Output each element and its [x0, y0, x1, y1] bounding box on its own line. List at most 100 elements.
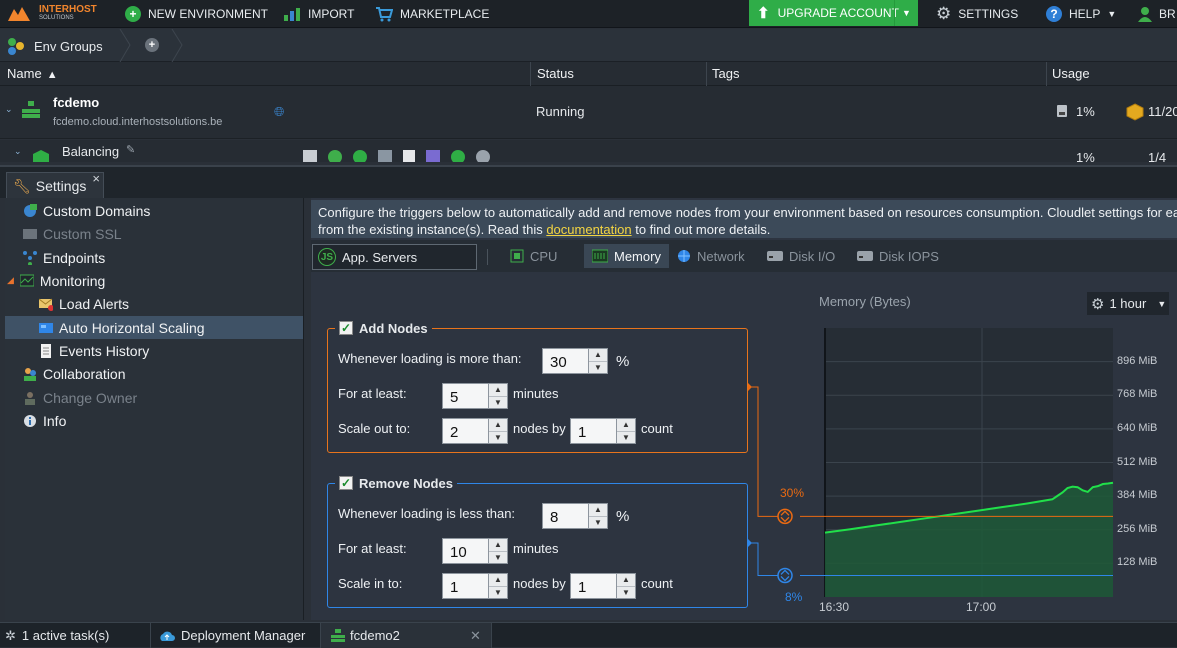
stepper-arrows[interactable]: ▲ ▼ [488, 573, 508, 599]
tab-memory[interactable]: Memory [584, 244, 669, 268]
add-group-icon[interactable]: + [145, 38, 159, 52]
info-icon [24, 414, 36, 427]
environment-domain[interactable]: fcdemo.cloud.interhostsolutions.be [53, 116, 222, 128]
tab-disk-io[interactable]: Disk I/O [767, 244, 835, 268]
decrement-icon[interactable]: ▼ [489, 432, 507, 444]
open-browser-icon[interactable] [328, 150, 342, 162]
node-group-select[interactable]: JS App. Servers [312, 244, 477, 270]
remove-nodes-checkbox[interactable]: ✓ [339, 476, 353, 490]
increment-icon[interactable]: ▲ [617, 419, 635, 432]
sidebar-item-collaboration[interactable]: Collaboration [23, 362, 126, 385]
chevron-down-icon[interactable]: ⌄ [14, 146, 22, 157]
remove-loading-stepper[interactable]: ▲▼ [542, 503, 608, 529]
stepper-arrows[interactable]: ▲ ▼ [488, 418, 508, 444]
environment-name[interactable]: fcdemo [53, 95, 99, 110]
gear-icon: ⚙ [1091, 295, 1105, 313]
environment-row[interactable]: ⌄ fcdemo fcdemo.cloud.interhostsolutions… [0, 86, 1177, 139]
sort-ascending-icon: ▲ [46, 69, 58, 81]
stepper-arrows[interactable]: ▲ ▼ [616, 418, 636, 444]
chevron-down-icon[interactable]: ⌄ [5, 104, 13, 115]
increment-icon[interactable]: ▲ [489, 384, 507, 397]
settings-sidebar: Custom Domains Custom SSL Endpoints ◢ Mo… [5, 198, 304, 620]
console-icon[interactable] [303, 150, 317, 162]
remove-step-stepper[interactable]: ▲▼ [570, 573, 636, 599]
column-divider [1046, 62, 1047, 86]
add-period-stepper[interactable]: ▲▼ [442, 383, 508, 409]
restart-icon[interactable] [353, 150, 367, 162]
column-name[interactable]: Name ▲ [7, 62, 58, 86]
stepper-arrows[interactable]: ▲ ▼ [616, 573, 636, 599]
tab-settings[interactable]: 🔧︎ Settings × [6, 171, 104, 199]
upgrade-account-button[interactable]: ⬆ UPGRADE ACCOUNT ▼ [749, 0, 918, 26]
stepper-arrows[interactable]: ▲ ▼ [588, 348, 608, 374]
deployment-manager-button[interactable]: Deployment Manager [159, 623, 305, 648]
stepper-arrows[interactable]: ▲ ▼ [588, 503, 608, 529]
tab-cpu[interactable]: CPU [510, 244, 557, 268]
new-environment-button[interactable]: + NEW ENVIRONMENT [125, 0, 268, 28]
sidebar-item-auto-horizontal-scaling[interactable]: Auto Horizontal Scaling [5, 316, 303, 339]
add-scale-stepper[interactable]: ▲▼ [442, 418, 508, 444]
increment-icon[interactable]: ▲ [489, 539, 507, 552]
tab-disk-iops[interactable]: Disk IOPS [857, 244, 939, 268]
config-icon[interactable] [378, 150, 392, 162]
help-button[interactable]: ? HELP ▼ [1046, 0, 1116, 28]
increment-icon[interactable]: ▲ [489, 574, 507, 587]
import-button[interactable]: IMPORT [283, 0, 354, 28]
decrement-icon[interactable]: ▼ [589, 517, 607, 529]
increment-icon[interactable]: ▲ [617, 574, 635, 587]
sidebar-item-info[interactable]: Info [23, 409, 66, 432]
stepper-arrows[interactable]: ▲ ▼ [488, 383, 508, 409]
user-menu[interactable]: BR [1138, 0, 1176, 28]
statistics-icon[interactable] [426, 150, 440, 162]
settings-button[interactable]: ⚙ SETTINGS [936, 0, 1018, 28]
decrement-icon[interactable]: ▼ [489, 552, 507, 564]
tab-settings-label: Settings [35, 178, 87, 194]
close-icon[interactable]: × [92, 171, 100, 186]
sidebar-item-monitoring[interactable]: ◢ Monitoring [7, 269, 105, 292]
period-select[interactable]: ⚙ 1 hour ▼ [1087, 292, 1169, 315]
chevron-down-icon[interactable]: ▼ [894, 0, 918, 26]
column-tags[interactable]: Tags [712, 62, 739, 86]
add-loading-stepper[interactable]: ▲▼ [542, 348, 608, 374]
logo[interactable]: INTERHOST SOLUTIONS [6, 0, 97, 28]
tab-fcdemo2[interactable]: fcdemo2 ✕ [320, 623, 492, 648]
column-usage[interactable]: Usage [1052, 62, 1090, 86]
redeploy-icon[interactable] [451, 150, 465, 162]
add-count-label: count [641, 421, 673, 436]
tab-network-label: Network [697, 248, 745, 264]
decrement-icon[interactable]: ▼ [617, 587, 635, 599]
decrement-icon[interactable]: ▼ [617, 432, 635, 444]
decrement-icon[interactable]: ▼ [589, 362, 607, 374]
documentation-link[interactable]: documentation [546, 222, 631, 237]
tab-network[interactable]: Network [677, 244, 745, 268]
close-icon[interactable]: ✕ [470, 628, 481, 644]
globe-icon[interactable]: 🌐︎ [274, 104, 284, 120]
remove-nodes-header[interactable]: ✓ Remove Nodes [335, 475, 457, 491]
column-status[interactable]: Status [537, 62, 574, 86]
increment-icon[interactable]: ▲ [589, 504, 607, 517]
sidebar-item-load-alerts[interactable]: Load Alerts [39, 292, 129, 315]
sidebar-item-custom-domains[interactable]: Custom Domains [23, 199, 150, 222]
sidebar-item-endpoints[interactable]: Endpoints [23, 246, 105, 269]
decrement-icon[interactable]: ▼ [489, 587, 507, 599]
edit-icon[interactable]: ✎ [126, 143, 135, 156]
logs-icon[interactable] [403, 150, 415, 162]
node-row-balancing[interactable]: ⌄ Balancing ✎ 1% 1/4 [0, 140, 1177, 162]
sidebar-item-events-history[interactable]: Events History [39, 339, 149, 362]
gear-icon[interactable] [476, 150, 490, 162]
marketplace-button[interactable]: MARKETPLACE [375, 0, 489, 28]
cpu-icon [510, 249, 524, 263]
add-nodes-checkbox[interactable]: ✓ [339, 321, 353, 335]
remove-period-stepper[interactable]: ▲▼ [442, 538, 508, 564]
add-nodes-header[interactable]: ✓ Add Nodes [335, 320, 432, 336]
decrement-icon[interactable]: ▼ [489, 397, 507, 409]
increment-icon[interactable]: ▲ [489, 419, 507, 432]
add-step-stepper[interactable]: ▲▼ [570, 418, 636, 444]
collapse-triangle-icon[interactable]: ◢ [7, 275, 14, 286]
remove-scale-stepper[interactable]: ▲▼ [442, 573, 508, 599]
env-groups-button[interactable]: Env Groups [6, 37, 103, 55]
stepper-arrows[interactable]: ▲ ▼ [488, 538, 508, 564]
increment-icon[interactable]: ▲ [589, 349, 607, 362]
active-tasks-button[interactable]: ✲ 1 active task(s) [5, 623, 109, 648]
user-label: BR [1159, 7, 1176, 21]
